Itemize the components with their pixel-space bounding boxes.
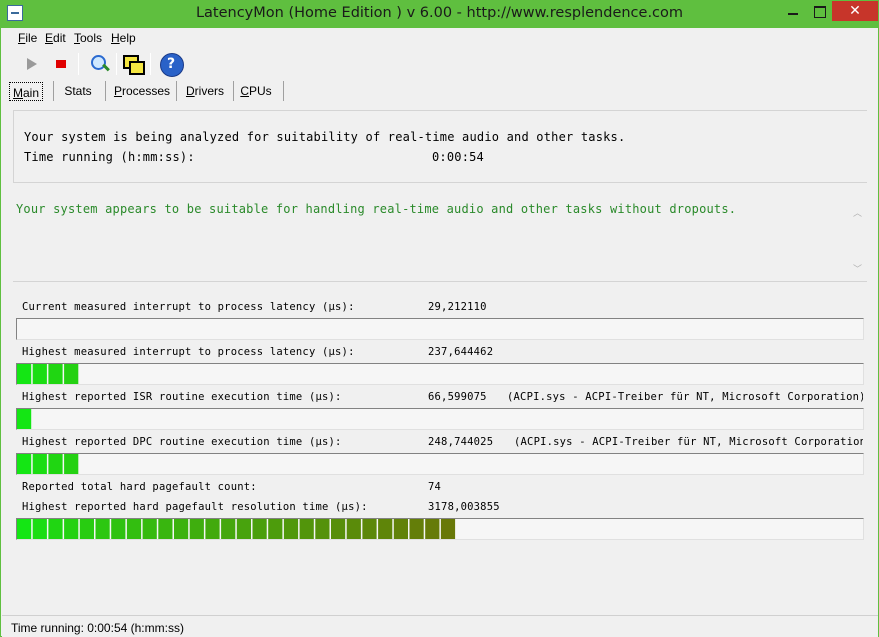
pagefault-time-label: Highest reported hard pagefault resoluti… <box>22 501 368 513</box>
tab-separator <box>283 81 284 101</box>
toolbar: ? <box>2 49 878 79</box>
bar-segment <box>346 519 361 539</box>
time-running-label: Time running (h:mm:ss): <box>24 150 195 164</box>
highest-latency-value: 237,644462 <box>428 346 494 358</box>
bar-segment <box>142 519 157 539</box>
title-bar[interactable]: LatencyMon (Home Edition ) v 6.00 - http… <box>1 1 878 28</box>
tab-separator <box>105 81 106 101</box>
bar-segment <box>126 519 142 539</box>
bar-segment <box>174 519 189 539</box>
tab-processes[interactable]: Processes <box>110 81 174 101</box>
close-button[interactable]: ✕ <box>832 1 878 21</box>
windows-icon[interactable] <box>119 51 145 77</box>
highest-latency-label: Highest measured interrupt to process la… <box>22 346 355 358</box>
bar-segment <box>362 519 377 539</box>
tab-drivers[interactable]: Drivers <box>181 81 229 101</box>
bar-segment <box>268 519 283 539</box>
verdict-panel[interactable]: Your system appears to be suitable for h… <box>13 182 867 282</box>
pagefault-time-bar <box>16 518 864 540</box>
bar-segment <box>221 519 236 539</box>
bar-segment <box>95 519 110 539</box>
bar-segment <box>17 519 32 539</box>
toolbar-separator <box>150 53 151 75</box>
dpc-driver-text: (ACPI.sys - ACPI-Treiber für NT, Microso… <box>514 436 863 448</box>
bar-segment <box>111 519 126 539</box>
maximize-button[interactable] <box>806 1 832 21</box>
bar-segment <box>252 519 267 539</box>
bar-segment <box>409 519 424 539</box>
scroll-up-icon[interactable]: ︿ <box>853 206 862 219</box>
isr-driver-text: (ACPI.sys - ACPI-Treiber für NT, Microso… <box>507 391 863 403</box>
window-title: LatencyMon (Home Edition ) v 6.00 - http… <box>195 5 684 21</box>
toolbar-separator <box>78 53 79 75</box>
bar-segment <box>17 364 32 384</box>
bar-segment <box>236 519 251 539</box>
menu-tools[interactable]: Tools <box>74 31 102 45</box>
bar-segment <box>79 519 94 539</box>
menu-bar: File Edit Tools Help <box>2 28 878 48</box>
tab-strip: Main Stats Processes Drivers CPUs <box>2 81 878 103</box>
bar-segment <box>378 519 393 539</box>
stop-icon[interactable] <box>48 51 74 77</box>
bar-segment <box>158 519 173 539</box>
tab-main[interactable]: Main <box>9 82 43 101</box>
tab-separator <box>233 81 234 101</box>
pagefault-count-label: Reported total hard pagefault count: <box>22 481 257 493</box>
bar-segment <box>48 364 63 384</box>
tab-separator <box>176 81 177 101</box>
isr-time-label: Highest reported ISR routine execution t… <box>22 391 342 403</box>
menu-edit[interactable]: Edit <box>45 31 66 45</box>
bar-segment <box>17 454 32 474</box>
current-latency-label: Current measured interrupt to process la… <box>22 301 355 313</box>
bar-segment <box>331 519 346 539</box>
play-icon[interactable] <box>18 51 44 77</box>
bar-segment <box>283 519 299 539</box>
time-running-value: 0:00:54 <box>432 150 484 164</box>
bar-segment <box>32 519 47 539</box>
help-icon[interactable]: ? <box>158 51 184 77</box>
bar-segment <box>393 519 408 539</box>
toolbar-separator <box>116 53 117 75</box>
bar-segment <box>425 519 440 539</box>
bar-segment <box>17 409 32 429</box>
search-drivers-icon[interactable] <box>87 51 113 77</box>
bar-segment <box>64 519 79 539</box>
menu-file[interactable]: File <box>18 31 37 45</box>
highest-latency-bar <box>16 363 864 385</box>
minimize-button[interactable] <box>780 1 806 21</box>
bar-segment <box>189 519 204 539</box>
bar-segment <box>48 519 63 539</box>
tab-stats[interactable]: Stats <box>58 81 98 101</box>
current-latency-bar <box>16 318 864 340</box>
close-icon: ✕ <box>849 3 861 19</box>
analysis-info-panel: Your system is being analyzed for suitab… <box>13 110 867 182</box>
bar-segment <box>205 519 220 539</box>
bar-segment <box>64 364 79 384</box>
dpc-time-bar <box>16 453 864 475</box>
bar-segment <box>48 454 63 474</box>
status-text: Time running: 0:00:54 (h:mm:ss) <box>11 621 184 635</box>
verdict-scrollbar[interactable]: ︿ ﹀ <box>851 200 865 280</box>
scroll-down-icon[interactable]: ﹀ <box>853 262 862 275</box>
latencymon-window: LatencyMon (Home Edition ) v 6.00 - http… <box>0 0 879 637</box>
pagefault-count-value: 74 <box>428 481 442 493</box>
tab-cpus[interactable]: CPUs <box>238 81 274 101</box>
dpc-time-label: Highest reported DPC routine execution t… <box>22 436 342 448</box>
analysis-status-text: Your system is being analyzed for suitab… <box>24 130 626 144</box>
verdict-text: Your system appears to be suitable for h… <box>16 202 737 216</box>
isr-time-value: 66,599075 <box>428 391 487 403</box>
bar-segment <box>32 364 47 384</box>
status-bar: Time running: 0:00:54 (h:mm:ss) <box>2 615 878 637</box>
current-latency-value: 29,212110 <box>428 301 487 313</box>
bar-segment <box>32 454 47 474</box>
bar-segment <box>64 454 79 474</box>
isr-time-bar <box>16 408 864 430</box>
tab-separator <box>53 81 54 101</box>
bar-segment <box>440 519 456 539</box>
bar-segment <box>299 519 314 539</box>
pagefault-time-value: 3178,003855 <box>428 501 500 513</box>
menu-help[interactable]: Help <box>111 31 136 45</box>
dpc-time-value: 248,744025 <box>428 436 494 448</box>
bar-segment <box>315 519 330 539</box>
